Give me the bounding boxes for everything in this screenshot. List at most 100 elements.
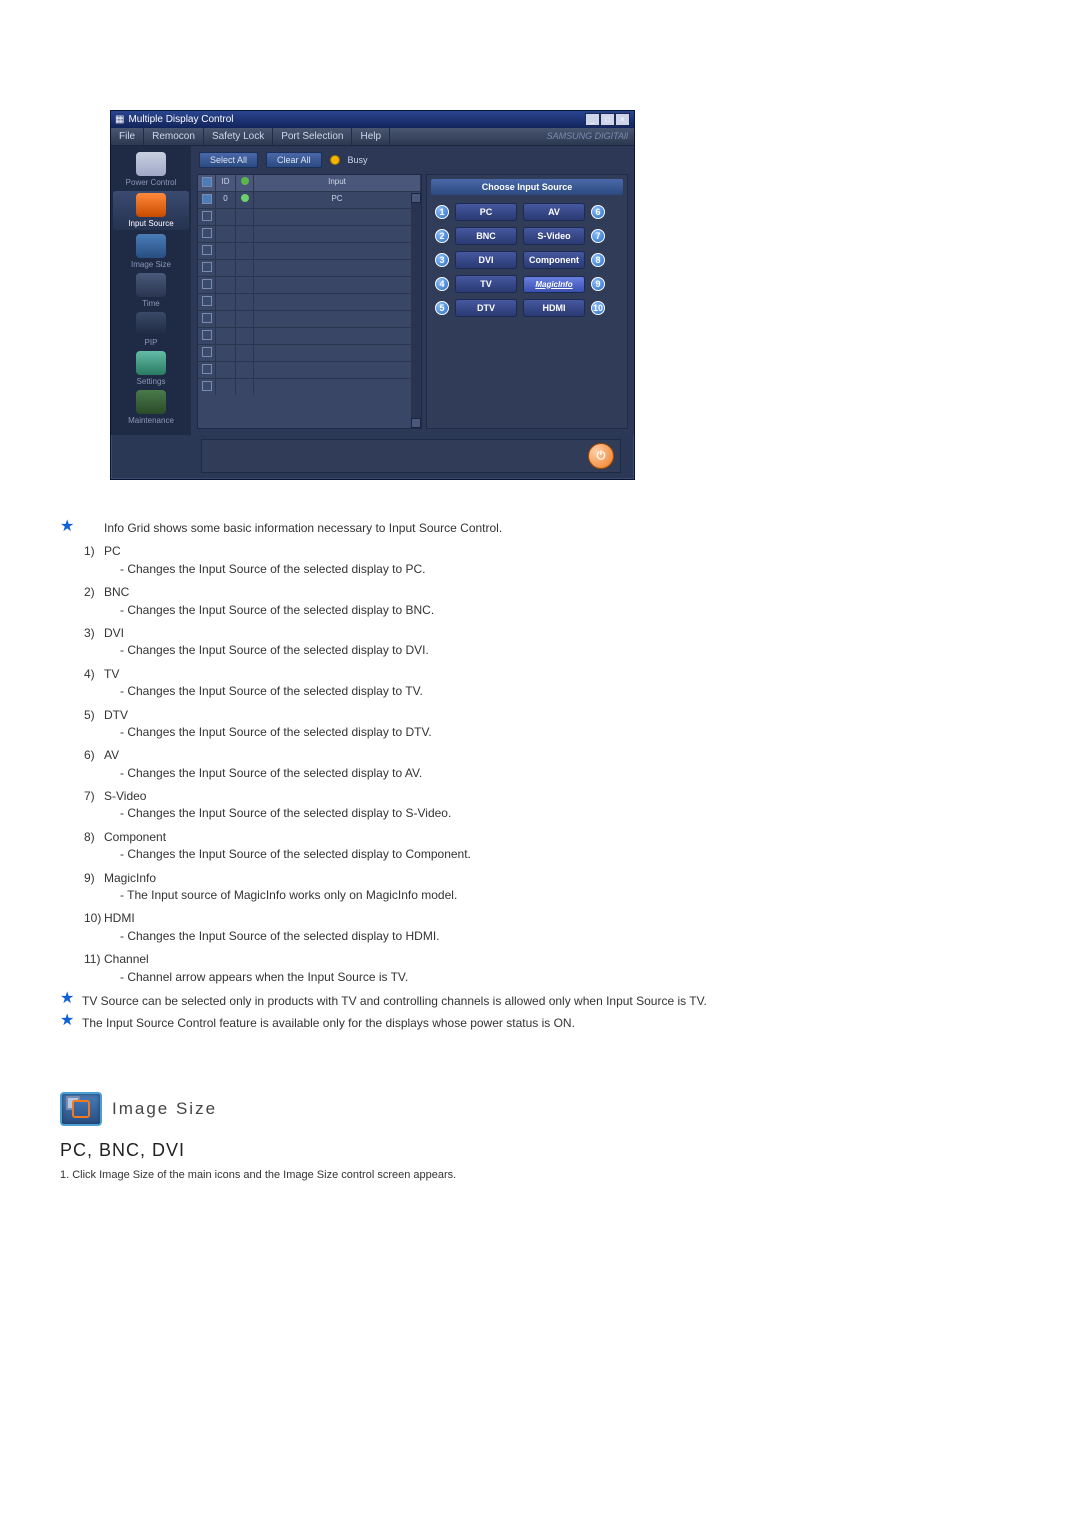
row-checkbox[interactable]	[202, 364, 212, 374]
sidebar-time[interactable]: Time	[113, 273, 189, 308]
list-title: TV	[104, 666, 1020, 683]
row-checkbox[interactable]	[202, 279, 212, 289]
menu-safety-lock[interactable]: Safety Lock	[204, 128, 273, 145]
power-icon[interactable]: ⏻	[588, 443, 614, 469]
grid-col-id: ID	[216, 175, 236, 191]
source-btn-magicinfo[interactable]: MagicInfo	[523, 276, 585, 293]
table-row[interactable]	[198, 208, 421, 225]
list-title: BNC	[104, 584, 1020, 601]
list-title: Channel	[104, 951, 1020, 968]
source-btn-component[interactable]: Component	[523, 251, 585, 269]
list-item: 11)Channel- Channel arrow appears when t…	[60, 951, 1020, 986]
list-item: 4)TV- Changes the Input Source of the se…	[60, 666, 1020, 701]
panel-title: Choose Input Source	[431, 179, 623, 195]
table-row[interactable]	[198, 310, 421, 327]
note-text-2: The Input Source Control feature is avai…	[82, 1014, 1020, 1032]
brand-label: SAMSUNG DIGITAll	[541, 128, 634, 145]
sidebar-item-label: Input Source	[113, 219, 189, 228]
row-checkbox[interactable]	[202, 313, 212, 323]
list-number: 2)	[82, 584, 104, 601]
scroll-up-button[interactable]	[411, 193, 421, 203]
row-checkbox[interactable]	[202, 262, 212, 272]
scroll-down-button[interactable]	[411, 418, 421, 428]
maximize-button[interactable]: □	[600, 113, 615, 126]
source-btn-hdmi[interactable]: HDMI	[523, 299, 585, 317]
table-row[interactable]	[198, 361, 421, 378]
row-checkbox[interactable]	[202, 330, 212, 340]
sidebar-image-size[interactable]: Image Size	[113, 234, 189, 269]
sidebar-item-label: Time	[113, 299, 189, 308]
table-row[interactable]: 0 PC	[198, 191, 421, 208]
check-all-box[interactable]	[202, 177, 212, 187]
grid-col-check	[198, 175, 216, 191]
input-source-panel: Choose Input Source 1PCAV62BNCS-Video73D…	[426, 174, 628, 429]
clear-all-button[interactable]: Clear All	[266, 152, 322, 168]
list-number: 4)	[82, 666, 104, 683]
table-row[interactable]	[198, 242, 421, 259]
number-badge-1: 1	[435, 205, 449, 219]
list-item: 2)BNC- Changes the Input Source of the s…	[60, 584, 1020, 619]
source-btn-s-video[interactable]: S-Video	[523, 227, 585, 245]
sidebar-maintenance[interactable]: Maintenance	[113, 390, 189, 425]
source-btn-bnc[interactable]: BNC	[455, 227, 517, 245]
list-number: 8)	[82, 829, 104, 846]
source-btn-av[interactable]: AV	[523, 203, 585, 221]
row-checkbox[interactable]	[202, 296, 212, 306]
list-desc: - Changes the Input Source of the select…	[120, 724, 1020, 741]
footer-bar: ⏻	[201, 439, 621, 473]
image-size-heading: Image Size	[112, 1099, 217, 1119]
row-checkbox[interactable]	[202, 194, 212, 204]
sidebar-pip[interactable]: PIP	[113, 312, 189, 347]
table-row[interactable]	[198, 276, 421, 293]
sidebar-item-label: Maintenance	[113, 416, 189, 425]
number-badge-9: 9	[591, 277, 605, 291]
number-badge-5: 5	[435, 301, 449, 315]
source-btn-dtv[interactable]: DTV	[455, 299, 517, 317]
row-checkbox[interactable]	[202, 228, 212, 238]
list-item: 3)DVI- Changes the Input Source of the s…	[60, 625, 1020, 660]
list-number: 9)	[82, 870, 104, 887]
table-row[interactable]	[198, 259, 421, 276]
row-checkbox[interactable]	[202, 245, 212, 255]
info-grid: ID Input 0 PC	[197, 174, 422, 429]
sidebar: Power Control Input Source Image Size Time P…	[111, 146, 191, 435]
table-row[interactable]	[198, 344, 421, 361]
sidebar-power-control[interactable]: Power Control	[113, 152, 189, 187]
grid-scrollbar[interactable]	[411, 193, 421, 428]
source-btn-dvi[interactable]: DVI	[455, 251, 517, 269]
note-text-1: TV Source can be selected only in produc…	[82, 992, 1020, 1010]
star-bullet-icon: ★	[60, 520, 82, 534]
menu-help[interactable]: Help	[352, 128, 390, 145]
table-row[interactable]	[198, 378, 421, 395]
sidebar-input-source[interactable]: Input Source	[113, 191, 189, 230]
table-row[interactable]	[198, 293, 421, 310]
list-desc: - Changes the Input Source of the select…	[120, 805, 1020, 822]
number-badge-4: 4	[435, 277, 449, 291]
close-button[interactable]: ×	[615, 113, 630, 126]
row-checkbox[interactable]	[202, 347, 212, 357]
row-input: PC	[254, 192, 421, 208]
list-number: 7)	[82, 788, 104, 805]
menu-remocon[interactable]: Remocon	[144, 128, 204, 145]
table-row[interactable]	[198, 327, 421, 344]
menu-file[interactable]: File	[111, 128, 144, 145]
sidebar-item-label: Settings	[113, 377, 189, 386]
star-bullet-icon: ★	[60, 992, 82, 1006]
list-item: 1)PC- Changes the Input Source of the se…	[60, 543, 1020, 578]
list-desc: - Changes the Input Source of the select…	[120, 928, 1020, 945]
list-number: 6)	[82, 747, 104, 764]
list-item: 5)DTV- Changes the Input Source of the s…	[60, 707, 1020, 742]
sidebar-input-source-icon	[136, 193, 166, 217]
sidebar-settings[interactable]: Settings	[113, 351, 189, 386]
list-number: 11)	[82, 951, 104, 968]
row-checkbox[interactable]	[202, 211, 212, 221]
sidebar-pip-icon	[136, 312, 166, 336]
table-row[interactable]	[198, 225, 421, 242]
source-btn-tv[interactable]: TV	[455, 275, 517, 293]
source-btn-pc[interactable]: PC	[455, 203, 517, 221]
menu-port-selection[interactable]: Port Selection	[273, 128, 352, 145]
menubar: File Remocon Safety Lock Port Selection …	[111, 128, 634, 146]
row-checkbox[interactable]	[202, 381, 212, 391]
minimize-button[interactable]: _	[585, 113, 600, 126]
select-all-button[interactable]: Select All	[199, 152, 258, 168]
